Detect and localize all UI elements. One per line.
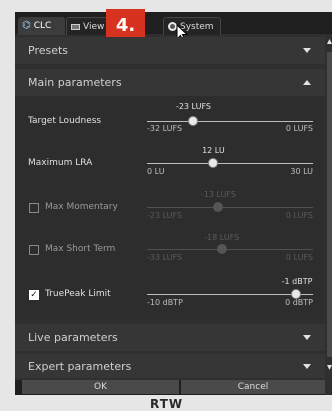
section-main-label: Main parameters	[28, 76, 122, 89]
slider-value: -23 LUFS	[175, 102, 211, 111]
slider-max-label: 0 dBTP	[285, 298, 313, 307]
cancel-button[interactable]: Cancel	[181, 380, 325, 394]
max-momentary-label: Max Momentary	[45, 202, 118, 212]
section-main-parameters[interactable]: Main parameters	[15, 69, 325, 96]
target-loudness-label: Target Loudness	[28, 116, 102, 126]
slider-value: 12 LU	[202, 146, 225, 155]
slider-handle[interactable]	[213, 202, 224, 212]
section-live-label: Live parameters	[28, 331, 118, 344]
slider-max-label: 0 LUFS	[285, 124, 313, 133]
main-parameters-panel	[15, 69, 325, 320]
tab-clc[interactable]: ⌬ CLC	[18, 17, 65, 35]
scroll-up-arrow-icon[interactable]	[327, 35, 332, 49]
section-expert-label: Expert parameters	[28, 359, 132, 373]
slider-value: -1 dBTP	[281, 277, 313, 286]
slider-min-label: -33 LUFS	[147, 253, 183, 262]
slider-min-label: -32 LUFS	[147, 124, 183, 133]
truepeak-limit-label: TruePeak Limit	[45, 289, 111, 299]
max-short-term-label: Max Short Term	[45, 244, 116, 254]
slider-value: -13 LUFS	[200, 190, 236, 199]
slider-track	[147, 207, 313, 208]
max-short-term-checkbox[interactable]	[29, 245, 39, 255]
slider-track	[147, 294, 313, 295]
chevron-down-icon	[303, 363, 311, 369]
window-icon	[71, 23, 80, 30]
section-live-parameters[interactable]: Live parameters	[15, 324, 325, 351]
slider-max-label: 0 LUFS	[285, 253, 313, 262]
slider-max-label: 30 LU	[290, 167, 313, 176]
slider-min-label: -23 LUFS	[147, 211, 183, 220]
slider-track	[147, 249, 313, 250]
chevron-down-icon	[303, 48, 311, 53]
slider-max-label: 0 LUFS	[285, 211, 313, 220]
checkmark-icon: ✓	[30, 290, 38, 300]
truepeak-limit-checkbox[interactable]: ✓	[29, 290, 39, 300]
maximum-lra-label: Maximum LRA	[28, 158, 93, 168]
slider-handle[interactable]	[188, 116, 199, 126]
step-marker-label: 4.	[115, 14, 136, 36]
slider-track	[147, 121, 313, 122]
scroll-down-arrow-icon[interactable]	[327, 360, 332, 374]
scrollbar-track[interactable]	[327, 52, 332, 357]
chevron-down-icon	[303, 335, 311, 340]
waveform-icon: ⌬	[22, 20, 31, 31]
tab-clc-label: CLC	[33, 21, 52, 31]
tab-view-label: View	[83, 21, 105, 32]
tab-system[interactable]: System	[163, 17, 221, 35]
section-expert-parameters[interactable]: Expert parameters	[15, 354, 325, 378]
slider-track	[147, 163, 313, 164]
section-presets-label: Presets	[28, 44, 69, 57]
slider-value: -18 LUFS	[204, 233, 240, 242]
slider-handle[interactable]	[216, 244, 227, 254]
slider-handle[interactable]	[208, 158, 219, 168]
slider-min-label: -10 dBTP	[147, 298, 183, 307]
max-momentary-checkbox[interactable]	[29, 203, 39, 213]
section-presets[interactable]: Presets	[15, 37, 325, 64]
chevron-up-icon	[303, 80, 311, 85]
slider-min-label: 0 LU	[147, 167, 165, 176]
ok-button[interactable]: OK	[22, 380, 179, 394]
